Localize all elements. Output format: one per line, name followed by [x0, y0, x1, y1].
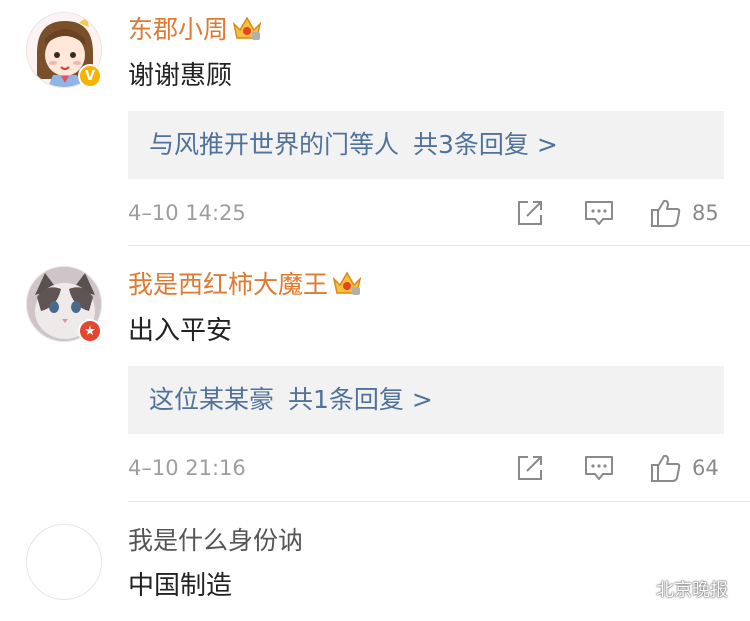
comment-text: 中国制造 — [128, 571, 233, 601]
avatar[interactable] — [26, 524, 102, 600]
repost-icon[interactable] — [516, 453, 544, 483]
reply-user[interactable]: 这位某某豪 — [149, 385, 274, 414]
vip-crown-icon — [332, 269, 362, 304]
username-text: 我是西红柿大魔王 — [128, 270, 329, 299]
username-text: 我是什么身份讷 — [128, 526, 304, 555]
username-text: 东郡小周 — [128, 15, 229, 44]
comment-meta: 4–10 21:16 64 — [128, 453, 724, 483]
comment-text: 出入平安 — [128, 316, 233, 346]
replies-preview[interactable]: 这位某某豪 共1条回复 > — [128, 366, 724, 434]
comment-icon[interactable] — [584, 453, 614, 483]
thumbs-up-icon — [651, 454, 681, 482]
username[interactable]: 我是什么身份讷 — [128, 526, 303, 556]
comment-icon[interactable] — [584, 198, 614, 228]
reply-count[interactable]: 共1条回复 > — [288, 385, 433, 414]
replies-preview[interactable]: 与风推开世界的门等人 共3条回复 > — [128, 111, 724, 179]
comment-item: V 东郡小周 谢谢惠顾 与风推开世界的门等人 共3条回复 > 4–10 14:25… — [0, 0, 750, 246]
repost-icon[interactable] — [516, 198, 544, 228]
vip-crown-icon — [232, 14, 262, 49]
comment-meta: 4–10 14:25 85 — [128, 198, 724, 228]
watermark: 北京晚报 — [620, 574, 728, 604]
like-button[interactable]: 64 — [650, 453, 719, 483]
timestamp: 4–10 14:25 — [128, 201, 246, 225]
thumbs-up-icon — [651, 199, 681, 227]
reply-user[interactable]: 与风推开世界的门等人 — [149, 130, 399, 159]
star-badge-icon: ★ — [78, 319, 102, 343]
reply-count[interactable]: 共3条回复 > — [413, 130, 558, 159]
username[interactable]: 东郡小周 — [128, 14, 262, 49]
comment-item: ★ 我是西红柿大魔王 出入平安 这位某某豪 共1条回复 > 4–10 21:16 … — [0, 246, 750, 502]
verified-badge-icon: V — [78, 64, 102, 88]
like-count: 85 — [692, 201, 719, 225]
like-button[interactable]: 85 — [650, 198, 719, 228]
like-count: 64 — [692, 456, 719, 480]
comment-text: 谢谢惠顾 — [128, 61, 233, 91]
wechat-icon — [620, 578, 647, 600]
username[interactable]: 我是西红柿大魔王 — [128, 269, 362, 304]
watermark-text: 北京晚报 — [656, 580, 728, 601]
timestamp: 4–10 21:16 — [128, 456, 246, 480]
